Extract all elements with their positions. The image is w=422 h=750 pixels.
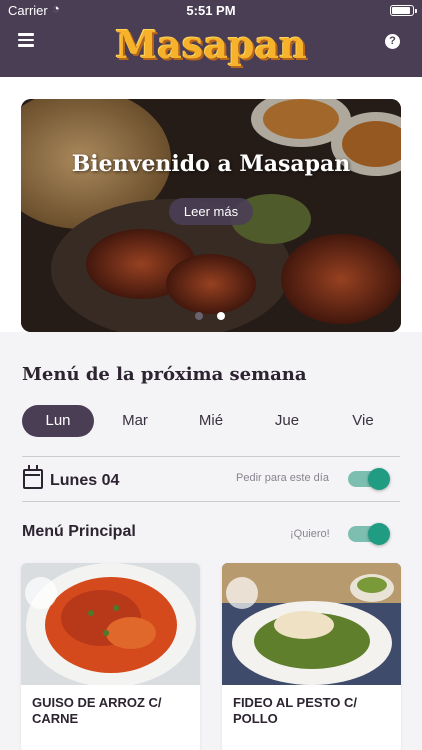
- dish-card[interactable]: GUISO DE ARROZ C/ CARNE: [21, 563, 200, 750]
- read-more-button[interactable]: Leer más: [169, 198, 253, 225]
- favorite-icon[interactable]: [25, 577, 57, 609]
- divider: [22, 456, 400, 457]
- want-label: ¡Quiero!: [290, 528, 330, 540]
- status-time: 5:51 PM: [186, 3, 236, 18]
- want-toggle[interactable]: [348, 523, 390, 545]
- day-label: Lunes 04: [50, 472, 120, 489]
- hero-carousel[interactable]: Bienvenido a Masapan Leer más: [21, 99, 401, 332]
- day-tab-vie[interactable]: Vie: [327, 405, 399, 437]
- dish-card[interactable]: FIDEO AL PESTO C/ POLLO: [222, 563, 401, 750]
- app-header: Carrier ◔ 5:51 PM Masapan ?: [0, 0, 422, 77]
- day-tab-mie[interactable]: Mié: [175, 405, 247, 437]
- day-tab-jue[interactable]: Jue: [251, 405, 323, 437]
- day-selector: Lun Mar Mié Jue Vie: [22, 405, 400, 437]
- order-day-label: Pedir para este día: [236, 472, 329, 484]
- app-logo: Masapan: [115, 22, 307, 67]
- order-day-toggle[interactable]: [348, 468, 390, 490]
- calendar-icon: [23, 465, 43, 489]
- day-tab-lun[interactable]: Lun: [22, 405, 94, 437]
- hero-title: Bienvenido a Masapan: [71, 151, 351, 177]
- favorite-icon[interactable]: [226, 577, 258, 609]
- divider: [22, 501, 400, 502]
- dish-name: GUISO DE ARROZ C/ CARNE: [32, 695, 162, 726]
- section-title: Menú de la próxima semana: [22, 364, 307, 385]
- day-tab-mar[interactable]: Mar: [99, 405, 171, 437]
- help-icon[interactable]: ?: [385, 34, 400, 49]
- carousel-dot[interactable]: [195, 312, 203, 320]
- status-bar: Carrier ◔ 5:51 PM: [0, 1, 422, 21]
- dish-name: FIDEO AL PESTO C/ POLLO: [233, 695, 358, 726]
- main-menu-label: Menú Principal: [22, 523, 136, 540]
- carousel-dots: [191, 312, 231, 322]
- carousel-dot-active[interactable]: [217, 312, 225, 320]
- battery-icon: [390, 5, 417, 16]
